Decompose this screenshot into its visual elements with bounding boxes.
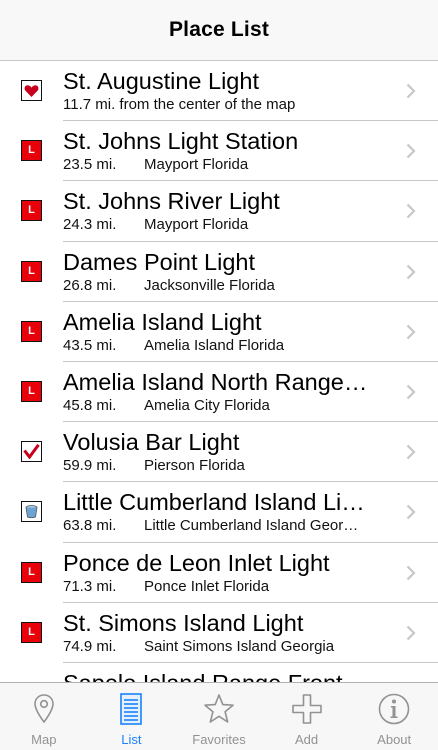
chevron-right-icon	[406, 204, 416, 219]
place-name: Dames Point Light	[63, 248, 256, 275]
place-name: Sapelo Island Range Front	[63, 669, 383, 682]
place-distance: 23.5 mi.	[63, 156, 117, 174]
list-item[interactable]: L Amelia Island Light 43.5 mi. Amelia Isl…	[0, 302, 438, 362]
chevron-right-icon	[406, 384, 416, 400]
chevron-right-icon	[406, 505, 416, 520]
list-item[interactable]: L St. Simons Island Light 74.9 mi. Saint …	[0, 603, 438, 663]
place-location: Mayport Florida	[144, 156, 249, 174]
place-name: Volusia Bar Light	[63, 429, 240, 456]
place-location: Little Cumberland Island Geor…	[144, 517, 359, 535]
tab-label: Add	[295, 732, 319, 747]
list-item[interactable]: L Dames Point Light 26.8 mi. Jacksonville…	[0, 242, 438, 302]
place-details: 71.3 mi. Ponce Inlet Florida	[63, 578, 393, 596]
place-location: Amelia City Florida	[144, 396, 270, 414]
tab-label: Favorites	[192, 732, 246, 747]
place-distance: 74.9 mi.	[63, 637, 117, 655]
chevron-right-icon	[406, 143, 416, 159]
place-name: Amelia Island Light	[63, 308, 262, 335]
list-icon	[120, 693, 143, 725]
page-title: Place List	[168, 18, 270, 41]
place-distance: 45.8 mi.	[63, 396, 117, 414]
place-location: Jacksonville Florida	[144, 276, 275, 294]
place-distance: 24.3 mi.	[63, 216, 117, 234]
tab-label: List	[121, 732, 142, 747]
place-location: Mayport Florida	[144, 216, 249, 234]
tab-add[interactable]: Add	[263, 683, 351, 750]
place-details: 74.9 mi. Saint Simons Island Georgia	[63, 638, 393, 656]
place-name: Little Cumberland Island Li…	[63, 489, 365, 516]
lighthouse-icon: L	[21, 561, 42, 583]
list-item[interactable]: St. Augustine Light 11.7 mi. from the ce…	[0, 61, 438, 122]
plus-icon	[291, 694, 322, 724]
lighthouse-icon: L	[21, 320, 42, 342]
place-name: Amelia Island North Range…	[63, 368, 368, 395]
checkmark-icon	[21, 441, 42, 463]
place-distance: 11.7 mi. from the center of the map	[63, 96, 296, 113]
place-details: 23.5 mi. Mayport Florida	[63, 156, 393, 174]
navigation-bar: Place List	[0, 0, 438, 61]
star-icon	[204, 694, 234, 723]
list-item[interactable]: L Ponce de Leon Inlet Light 71.3 mi. Ponc…	[0, 543, 438, 603]
place-location: Pierson Florida	[144, 457, 245, 475]
place-location: Ponce Inlet Florida	[144, 577, 270, 595]
lighthouse-icon: L	[21, 140, 42, 162]
chevron-right-icon	[406, 444, 416, 460]
tab-label: About	[377, 732, 412, 747]
place-distance: 43.5 mi.	[63, 336, 117, 354]
tab-list[interactable]: List	[88, 683, 176, 750]
place-details: 63.8 mi. Little Cumberland Island Geor…	[63, 517, 393, 535]
place-location: Saint Simons Island Georgia	[144, 637, 335, 655]
map-pin-icon	[33, 694, 54, 724]
tab-about[interactable]: About	[350, 683, 438, 750]
chevron-right-icon	[406, 324, 416, 340]
bucket-icon	[21, 501, 42, 523]
tab-favorites[interactable]: Favorites	[175, 683, 263, 750]
tab-bar: Map List Favorites Add About	[0, 682, 438, 750]
list-item[interactable]: Volusia Bar Light 59.9 mi. Pierson Florid…	[0, 422, 438, 483]
place-distance: 63.8 mi.	[63, 517, 117, 535]
place-name: St. Augustine Light	[63, 68, 259, 94]
info-icon	[378, 693, 410, 725]
place-name: St. Simons Island Light	[63, 609, 304, 636]
chevron-right-icon	[406, 83, 416, 99]
lighthouse-icon: L	[21, 200, 42, 222]
place-details: 24.3 mi. Mayport Florida	[63, 216, 393, 234]
place-name: St. Johns Light Station	[63, 128, 299, 155]
lighthouse-icon: L	[21, 260, 42, 282]
chevron-right-icon	[406, 264, 416, 279]
tab-label: Map	[31, 732, 57, 747]
place-distance: 71.3 mi.	[63, 577, 117, 595]
heart-icon	[21, 80, 42, 101]
lighthouse-icon: L	[21, 621, 42, 643]
tab-map[interactable]: Map	[0, 683, 88, 750]
lighthouse-icon: L	[21, 380, 42, 402]
place-location: Amelia Island Florida	[144, 336, 285, 354]
place-distance: 59.9 mi.	[63, 457, 117, 475]
place-name: Ponce de Leon Inlet Light	[63, 549, 330, 576]
place-details: 26.8 mi. Jacksonville Florida	[63, 277, 393, 295]
place-details: 59.9 mi. Pierson Florida	[63, 457, 393, 475]
place-list[interactable]: St. Augustine Light 11.7 mi. from the ce…	[0, 61, 438, 682]
chevron-right-icon	[406, 625, 416, 640]
chevron-right-icon	[406, 565, 416, 580]
place-details: 43.5 mi. Amelia Island Florida	[63, 337, 393, 355]
place-distance: 26.8 mi.	[63, 276, 117, 294]
list-item[interactable]: L St. Johns Light Station 23.5 mi. Maypor…	[0, 121, 438, 182]
list-item[interactable]: L St. Johns River Light 24.3 mi. Mayport …	[0, 181, 438, 242]
list-item[interactable]: Little Cumberland Island Li… 63.8 mi. Lit…	[0, 482, 438, 543]
list-item[interactable]: L Amelia Island North Range… 45.8 mi. Ame…	[0, 362, 438, 423]
place-details: 45.8 mi. Amelia City Florida	[63, 397, 393, 415]
place-name: St. Johns River Light	[63, 188, 280, 215]
list-item[interactable]: L Sapelo Island Range Front	[0, 663, 438, 682]
